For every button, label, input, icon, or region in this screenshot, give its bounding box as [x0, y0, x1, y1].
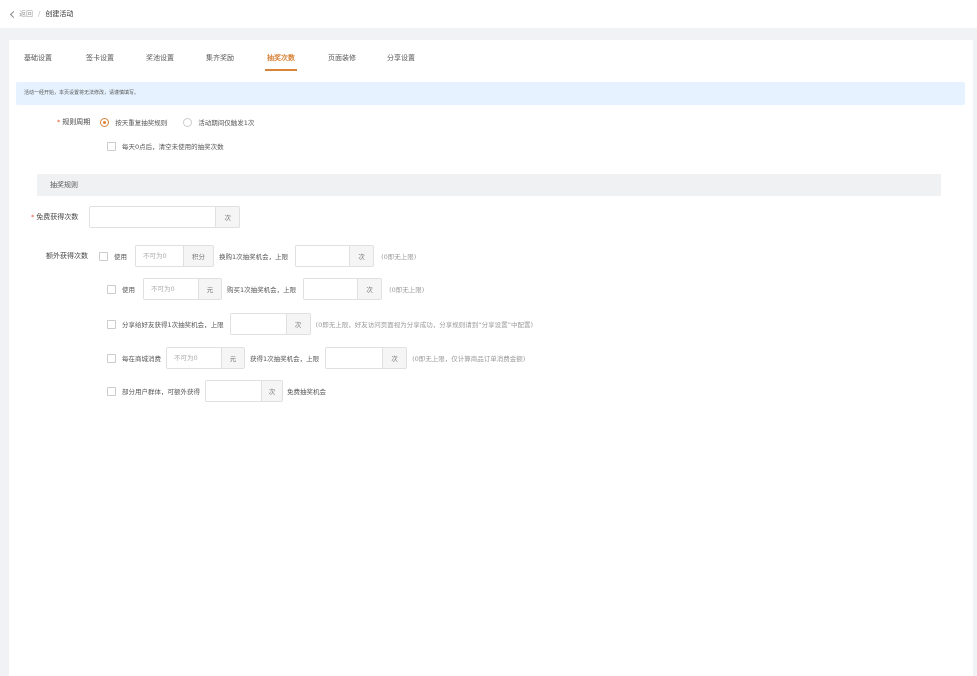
free-times-input[interactable]	[90, 207, 216, 227]
group-prefix: 部分用户群体，可额外获得	[122, 388, 200, 396]
main-card: 基础设置 签卡设置 奖池设置 集齐奖励 抽奖次数 页面装修 分享设置 活动一经开…	[9, 40, 973, 676]
group-after-text: 免费抽奖机会	[287, 388, 326, 396]
cash-limit-input-group: 次	[303, 278, 383, 300]
draw-rules-section: 抽奖规则	[37, 174, 941, 196]
points-input-group: 积分	[135, 245, 214, 267]
radio-once-during-event-label[interactable]: 活动期间仅触发1次	[198, 117, 254, 127]
spend-limit-input-group: 次	[325, 347, 408, 369]
cash-limit-input[interactable]	[304, 279, 358, 299]
reset-checkbox-label[interactable]: 每天0点后，清空未使用的抽奖次数	[122, 141, 224, 151]
extra-cash-row: 使用 元 购买1次抽奖机会，上限 次 (0即无上限)	[107, 278, 424, 300]
cash-limit-suffix: 次	[357, 279, 382, 299]
points-checkbox[interactable]	[99, 251, 108, 261]
points-prefix: 使用	[114, 253, 127, 261]
points-limit-input[interactable]	[296, 246, 350, 266]
spend-input-group: 元	[166, 347, 245, 369]
free-times-suffix: 次	[215, 207, 240, 227]
spend-hint: (0即无上限，仅计算商品订单消费金额)	[412, 355, 526, 363]
points-hint: (0即无上限)	[381, 253, 417, 261]
tab-page-decoration[interactable]: 页面装修	[328, 53, 356, 65]
spend-limit-suffix: 次	[382, 348, 407, 368]
free-times-row: * 免费获得次数 次	[31, 206, 241, 228]
extra-share-row: 分享给好友获得1次抽奖机会，上限 次 (0即无上限，好友访问页面视为分享成功，分…	[107, 313, 533, 335]
tab-draw-times[interactable]: 抽奖次数	[265, 53, 297, 71]
cash-input[interactable]	[144, 279, 198, 299]
notice-banner: 活动一经开始，本页设置将无法修改，请谨慎填写。	[16, 82, 965, 105]
page-title: 创建活动	[45, 10, 74, 18]
share-limit-input[interactable]	[230, 314, 286, 334]
group-suffix: 次	[261, 381, 282, 401]
reset-row: 每天0点后，清空未使用的抽奖次数	[107, 140, 224, 152]
cash-unit: 元	[198, 279, 221, 299]
free-times-input-group: 次	[89, 206, 241, 228]
tab-collect-reward[interactable]: 集齐奖励	[206, 53, 234, 65]
extra-points-row: 额外获得次数 使用 积分 换购1次抽奖机会，上限 次 (0即无上限)	[46, 245, 416, 267]
rule-cycle-row: * 规则周期 按天重复抽奖规则 活动期间仅触发1次	[57, 116, 254, 128]
required-mark: *	[57, 118, 61, 126]
radio-daily-repeat[interactable]	[100, 117, 110, 127]
tab-prize-pool[interactable]: 奖池设置	[146, 53, 174, 65]
required-mark: *	[31, 213, 35, 221]
spend-input[interactable]	[167, 348, 221, 368]
points-limit-input-group: 次	[295, 245, 375, 267]
extra-spend-row: 每在商城消费 元 获得1次抽奖机会，上限 次 (0即无上限，仅计算商品订单消费金…	[107, 347, 525, 369]
cash-prefix: 使用	[122, 286, 135, 294]
cash-input-group: 元	[143, 278, 222, 300]
share-checkbox[interactable]	[107, 319, 116, 329]
reset-checkbox[interactable]	[107, 141, 116, 151]
spend-mid-text: 获得1次抽奖机会，上限	[250, 355, 320, 363]
radio-once-during-event[interactable]	[183, 117, 193, 127]
extra-group-row: 部分用户群体，可额外获得 次 免费抽奖机会	[107, 380, 326, 402]
rule-cycle-label: 规则周期	[62, 118, 91, 126]
share-hint: (0即无上限，好友访问页面视为分享成功，分享规则请到“分享设置”中配置)	[315, 321, 534, 329]
spend-unit: 元	[221, 348, 244, 368]
top-bar: 返回 / 创建活动	[0, 0, 977, 28]
breadcrumb-separator: /	[38, 10, 41, 18]
points-input[interactable]	[136, 246, 183, 266]
group-input[interactable]	[206, 381, 261, 401]
tab-bar: 基础设置 签卡设置 奖池设置 集齐奖励 抽奖次数 页面装修 分享设置	[9, 40, 973, 76]
tab-basic-settings[interactable]: 基础设置	[24, 53, 52, 65]
spend-checkbox[interactable]	[107, 353, 116, 363]
extra-times-label: 额外获得次数	[46, 252, 88, 260]
share-limit-input-group: 次	[229, 313, 311, 335]
share-limit-suffix: 次	[285, 314, 310, 334]
tab-share-settings[interactable]: 分享设置	[387, 53, 415, 65]
free-times-label: 免费获得次数	[36, 213, 79, 221]
back-link[interactable]: 返回	[19, 9, 33, 19]
radio-daily-repeat-label[interactable]: 按天重复抽奖规则	[115, 117, 167, 127]
breadcrumb: 返回 / 创建活动	[9, 9, 73, 19]
cash-mid-text: 购买1次抽奖机会，上限	[227, 286, 297, 294]
spend-limit-input[interactable]	[326, 348, 383, 368]
points-limit-suffix: 次	[349, 246, 374, 266]
tab-checkin-settings[interactable]: 签卡设置	[86, 53, 114, 65]
spend-prefix: 每在商城消费	[122, 355, 161, 363]
chevron-left-icon[interactable]	[9, 10, 18, 18]
points-mid-text: 换购1次抽奖机会，上限	[219, 253, 289, 261]
group-input-group: 次	[205, 380, 283, 402]
points-unit: 积分	[183, 246, 213, 266]
cash-hint: (0即无上限)	[389, 286, 425, 294]
share-text: 分享给好友获得1次抽奖机会，上限	[122, 321, 224, 329]
group-checkbox[interactable]	[107, 386, 116, 396]
cash-checkbox[interactable]	[107, 284, 116, 294]
